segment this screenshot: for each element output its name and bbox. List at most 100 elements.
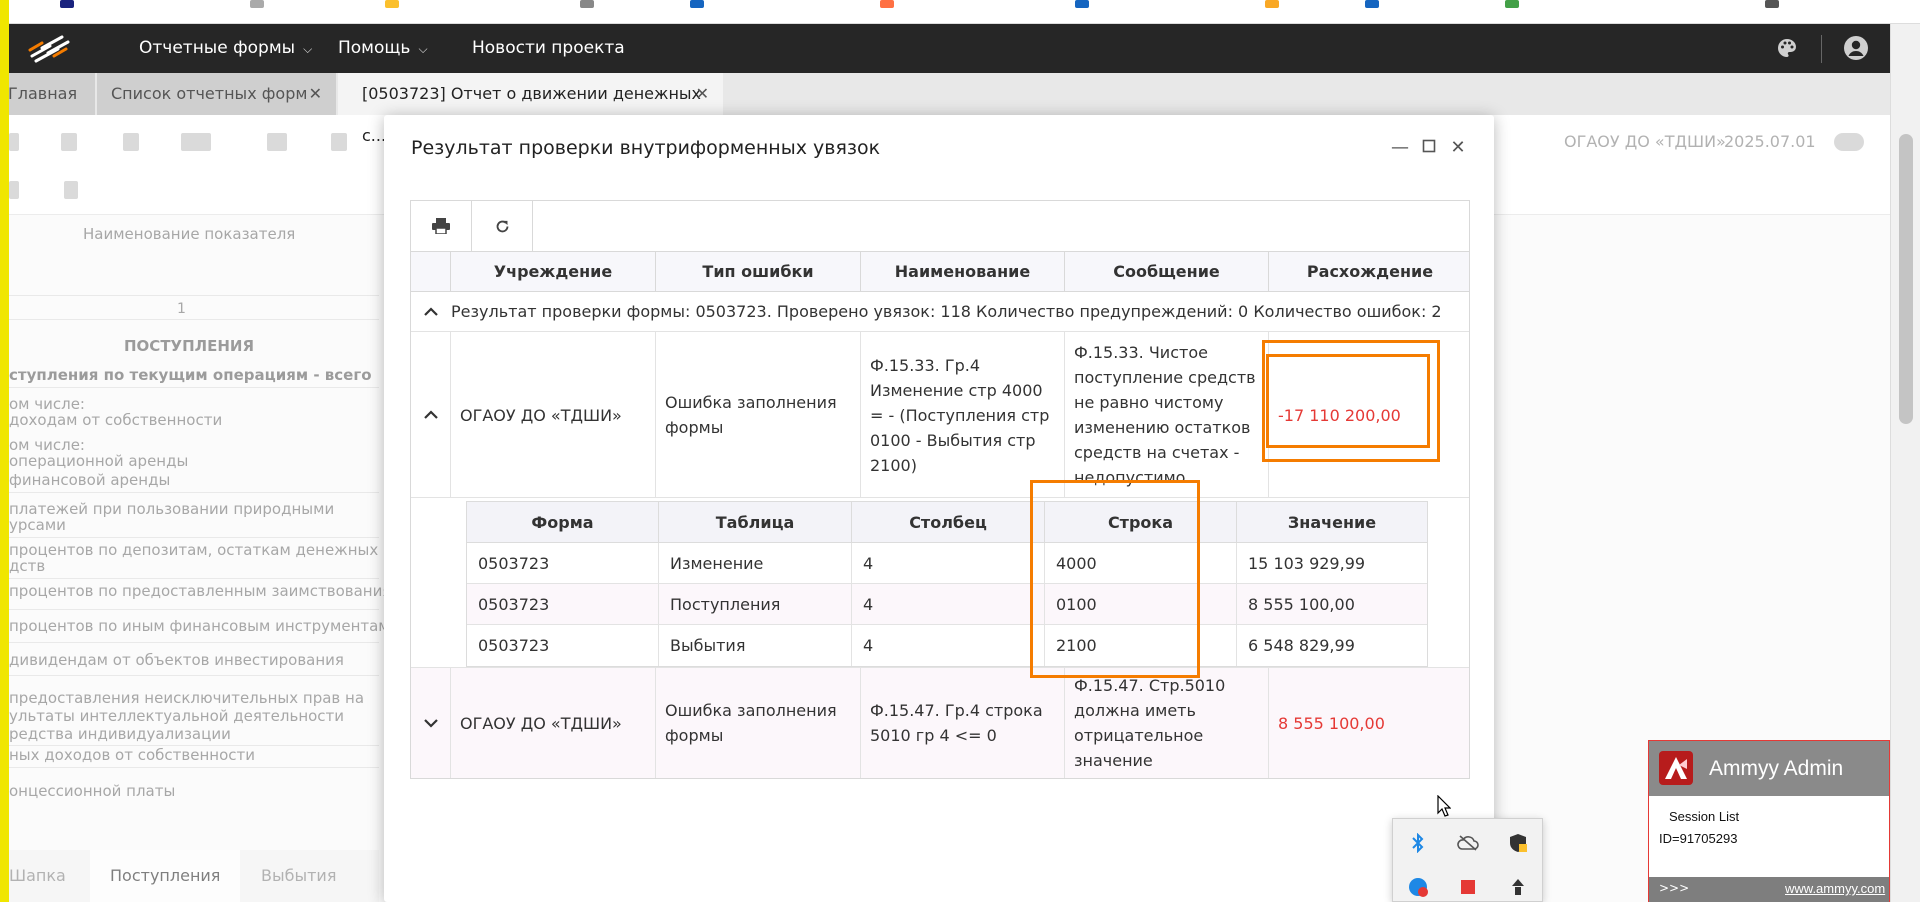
header-name[interactable]: Наименование [861, 252, 1065, 292]
cell-error-type: Ошибка заполнения формы [656, 332, 861, 498]
print-button[interactable] [411, 201, 472, 251]
browser-tab-icon[interactable] [1365, 0, 1379, 8]
usb-eject-icon[interactable] [1507, 876, 1529, 898]
group-row: Результат проверки формы: 0503723. Прове… [411, 292, 1469, 332]
detail-header-column[interactable]: Столбец [852, 502, 1045, 543]
cell-message: Ф.15.33. Чистое поступление средств не р… [1065, 332, 1269, 498]
refresh-button[interactable] [472, 201, 533, 251]
table-row[interactable]: ОГАОУ ДО «ТДШИ» Ошибка заполнения формы … [411, 668, 1469, 778]
detail-cell-form: 0503723 [467, 584, 659, 625]
mouse-cursor-icon [1437, 795, 1451, 817]
tab-main[interactable]: Главная [0, 73, 95, 115]
validation-grid: Учреждение Тип ошибки Наименование Сообщ… [410, 200, 1470, 779]
header-expand-cell [411, 252, 451, 292]
security-shield-icon[interactable] [1507, 832, 1529, 854]
chevron-up-icon [423, 410, 438, 419]
close-icon[interactable]: ✕ [696, 73, 709, 115]
tab-report-0503723[interactable]: [0503723] Отчет о движении денежных с...… [338, 73, 723, 145]
browser-tab-icon[interactable] [1765, 0, 1779, 8]
dialog-title: Результат проверки внутриформенных увязо… [411, 137, 881, 159]
cell-message: Ф.15.47. Стр.5010 должна иметь отрицател… [1065, 668, 1269, 778]
ammyy-session-list[interactable]: Session List [1669, 809, 1739, 824]
nav-project-news[interactable]: Новости проекта [472, 24, 625, 73]
app-logo-icon[interactable] [28, 32, 72, 64]
collapse-group-button[interactable] [411, 292, 451, 331]
nav-project-news-label: Новости проекта [472, 38, 625, 58]
close-icon[interactable]: ✕ [309, 73, 322, 115]
detail-row[interactable]: 0503723 Изменение 4 4000 15 103 929,99 [467, 543, 1427, 584]
top-navigation: Отчетные формы ⌵ Помощь ⌵ Новости проекта [0, 24, 1890, 73]
ammyy-logo-icon [1659, 751, 1693, 785]
document-tabs: Главная Список отчетных форм ✕ [0503723]… [0, 73, 1890, 145]
cell-name: Ф.15.33. Гр.4 Изменение стр 4000 = - (По… [861, 332, 1065, 498]
ammyy-expand-toggle[interactable]: >>> [1659, 881, 1689, 895]
scrollbar-thumb[interactable] [1899, 134, 1913, 424]
header-difference[interactable]: Расхождение [1269, 252, 1471, 292]
header-institution[interactable]: Учреждение [451, 252, 656, 292]
detail-grid: Форма Таблица Столбец Строка Значение 05… [466, 501, 1428, 667]
user-account-icon[interactable] [1843, 35, 1869, 61]
chevron-down-icon: ⌵ [303, 42, 313, 56]
maximize-icon[interactable] [1418, 137, 1440, 159]
browser-tab-icon[interactable] [250, 0, 264, 8]
bluetooth-icon[interactable] [1407, 832, 1429, 854]
nav-help-label: Помощь [338, 38, 411, 58]
browser-tab-icon[interactable] [1265, 0, 1279, 8]
cell-error-type: Ошибка заполнения формы [656, 668, 861, 778]
detail-header-value[interactable]: Значение [1237, 502, 1427, 543]
print-icon [432, 218, 450, 234]
browser-tab-icon[interactable] [60, 0, 74, 8]
detail-cell-table: Изменение [659, 543, 852, 584]
detail-cell-column: 4 [852, 625, 1045, 666]
ammyy-footer: >>> www.ammyy.com [1649, 877, 1889, 902]
detail-cell-table: Выбытия [659, 625, 852, 666]
nav-divider [1821, 35, 1822, 63]
nav-report-forms[interactable]: Отчетные формы ⌵ [139, 24, 312, 73]
tab-label: Главная [8, 84, 78, 103]
cloud-offline-icon[interactable] [1457, 832, 1479, 854]
detail-cell-value: 15 103 929,99 [1248, 554, 1366, 573]
expand-row-button[interactable] [411, 668, 451, 778]
detail-cell-form: 0503723 [467, 543, 659, 584]
header-message[interactable]: Сообщение [1065, 252, 1269, 292]
browser-tab-icon[interactable] [1075, 0, 1089, 8]
chevron-down-icon: ⌵ [418, 42, 428, 56]
highlight-box [1030, 480, 1200, 678]
nav-help[interactable]: Помощь ⌵ [338, 24, 428, 73]
ammyy-website-link[interactable]: www.ammyy.com [1785, 881, 1885, 896]
refresh-icon [496, 220, 508, 232]
close-icon[interactable]: ✕ [1447, 137, 1469, 159]
cell-institution: ОГАОУ ДО «ТДШИ» [451, 668, 656, 778]
detail-header-table[interactable]: Таблица [659, 502, 852, 543]
detail-row[interactable]: 0503723 Выбытия 4 2100 6 548 829,99 [467, 625, 1427, 666]
page-scrollbar[interactable] [1890, 24, 1920, 902]
detail-cell-value: 6 548 829,99 [1248, 636, 1355, 655]
ammyy-id: ID=91705293 [1659, 831, 1738, 846]
chevron-up-icon [424, 307, 438, 316]
system-tray-popup [1392, 818, 1543, 902]
minimize-icon[interactable]: — [1389, 137, 1411, 159]
cell-institution: ОГАОУ ДО «ТДШИ» [451, 332, 656, 498]
ammyy-admin-panel: Ammyy Admin Session List ID=91705293 >>>… [1648, 740, 1890, 902]
ammyy-header: Ammyy Admin [1649, 741, 1889, 796]
detail-cell-column: 4 [852, 584, 1045, 625]
app-tray-icon[interactable] [1457, 876, 1479, 898]
detail-cell-column: 4 [852, 543, 1045, 584]
collapse-row-button[interactable] [411, 332, 451, 497]
browser-tab-icon[interactable] [880, 0, 894, 8]
browser-tab-icon[interactable] [385, 0, 399, 8]
tab-report-forms-list[interactable]: Список отчетных форм ✕ [97, 73, 336, 115]
cell-name: Ф.15.47. Гр.4 строка 5010 гр 4 <= 0 [861, 668, 1065, 778]
tab-label: Список отчетных форм [111, 84, 308, 103]
group-summary: Результат проверки формы: 0503723. Прове… [451, 302, 1442, 321]
browser-tab-icon[interactable] [580, 0, 594, 8]
browser-tab-icon[interactable] [690, 0, 704, 8]
app-tray-icon[interactable] [1407, 876, 1429, 898]
chevron-down-icon [423, 718, 438, 728]
detail-header-form[interactable]: Форма [467, 502, 659, 543]
header-error-type[interactable]: Тип ошибки [656, 252, 861, 292]
browser-tab-icon[interactable] [1505, 0, 1519, 8]
palette-icon[interactable] [1775, 36, 1799, 60]
detail-row[interactable]: 0503723 Поступления 4 0100 8 555 100,00 [467, 584, 1427, 625]
screen-share-border [0, 0, 9, 902]
